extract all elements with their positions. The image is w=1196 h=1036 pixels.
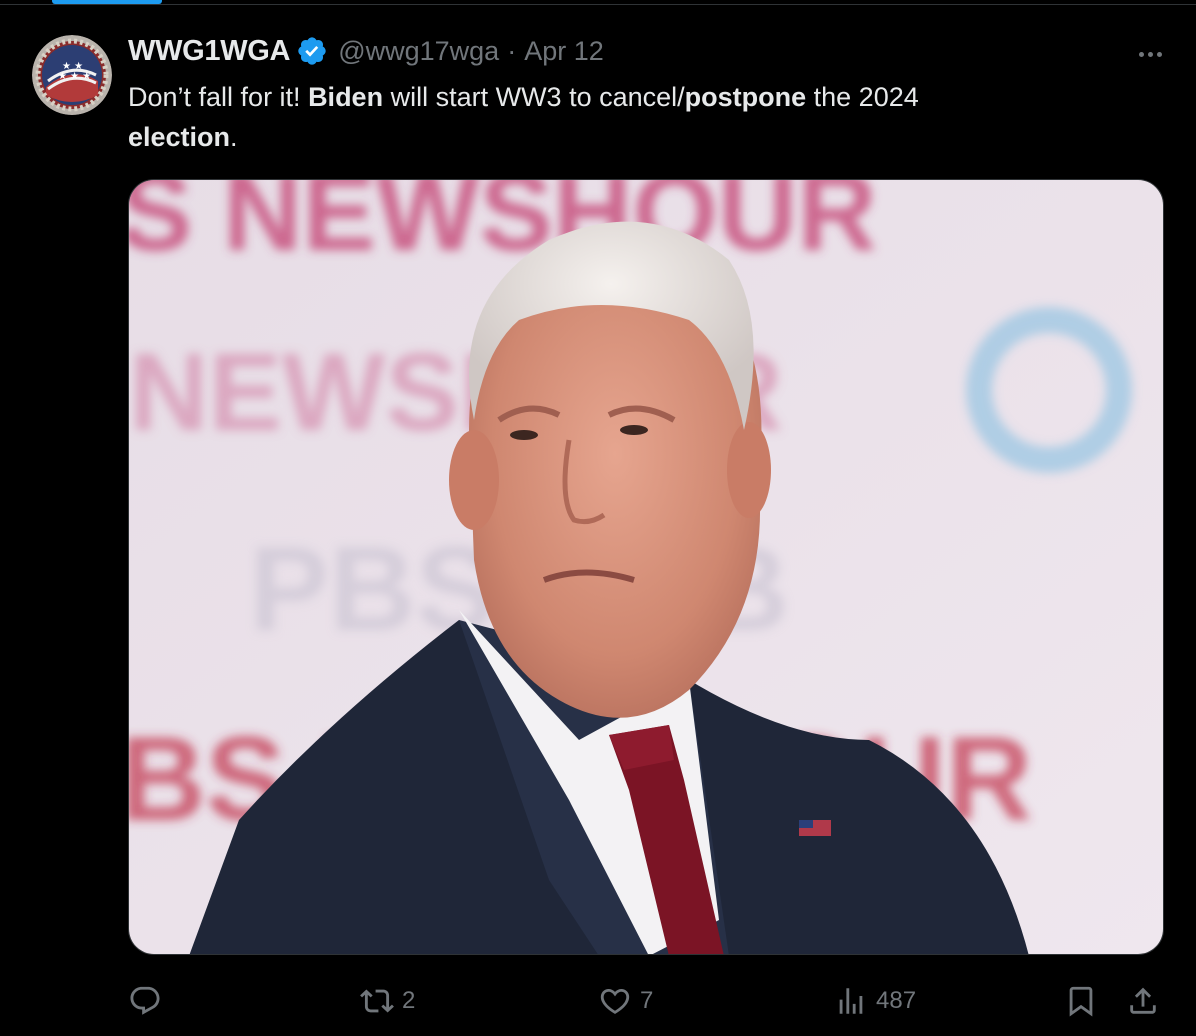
text-part-bold: postpone xyxy=(684,82,807,112)
reply-button[interactable] xyxy=(128,977,162,1025)
repost-button[interactable]: 2 xyxy=(360,977,415,1025)
repost-icon xyxy=(360,989,394,1013)
display-name[interactable]: WWG1WGA xyxy=(128,35,291,68)
text-part-bold: election xyxy=(128,122,231,152)
action-bar: 2 7 487 xyxy=(128,977,1164,1025)
views-count: 487 xyxy=(876,987,917,1014)
bookmark-icon xyxy=(1069,986,1093,1017)
tweet[interactable]: ★ ★ ★ ★ ★ WWG1WGA @wwg17wga · Apr 12 Don… xyxy=(0,5,1196,1036)
verified-badge-icon[interactable] xyxy=(296,35,328,67)
svg-text:★ ★ ★: ★ ★ ★ xyxy=(58,71,91,82)
share-icon xyxy=(1130,987,1156,1014)
tweet-header: WWG1WGA @wwg17wga · Apr 12 xyxy=(128,31,604,71)
share-button[interactable] xyxy=(1126,977,1160,1025)
text-part: . xyxy=(230,122,238,152)
heart-icon xyxy=(600,988,630,1014)
like-button[interactable]: 7 xyxy=(598,977,653,1025)
handle[interactable]: @wwg17wga xyxy=(338,36,499,67)
more-options-icon[interactable] xyxy=(1132,39,1168,69)
text-part: the 2024 xyxy=(806,82,919,112)
views-button[interactable]: 487 xyxy=(834,977,916,1025)
tweet-text: Don’t fall for it! Biden will start WW3 … xyxy=(128,77,1088,157)
bookmark-button[interactable] xyxy=(1064,977,1098,1025)
separator: · xyxy=(507,35,517,66)
text-part: Don’t fall for it! xyxy=(128,82,309,112)
text-part-bold: Biden xyxy=(308,82,384,112)
reply-icon xyxy=(130,986,160,1015)
repost-count: 2 xyxy=(402,987,416,1014)
views-icon xyxy=(839,988,863,1014)
avatar[interactable]: ★ ★ ★ ★ ★ xyxy=(32,35,112,115)
like-count: 7 xyxy=(640,987,654,1014)
backdrop-text: S NEWSHOUR xyxy=(129,180,877,274)
tweet-date[interactable]: Apr 12 xyxy=(524,36,604,67)
text-part: will start WW3 to cancel/ xyxy=(383,82,685,112)
avatar-image: ★ ★ ★ ★ ★ xyxy=(32,35,112,115)
tweet-media-photo[interactable]: S NEWSHOUR NEWSHOUR PBS OPB BS NEWSHOUR xyxy=(128,179,1164,955)
photo-image: S NEWSHOUR NEWSHOUR PBS OPB BS NEWSHOUR xyxy=(129,180,1163,954)
